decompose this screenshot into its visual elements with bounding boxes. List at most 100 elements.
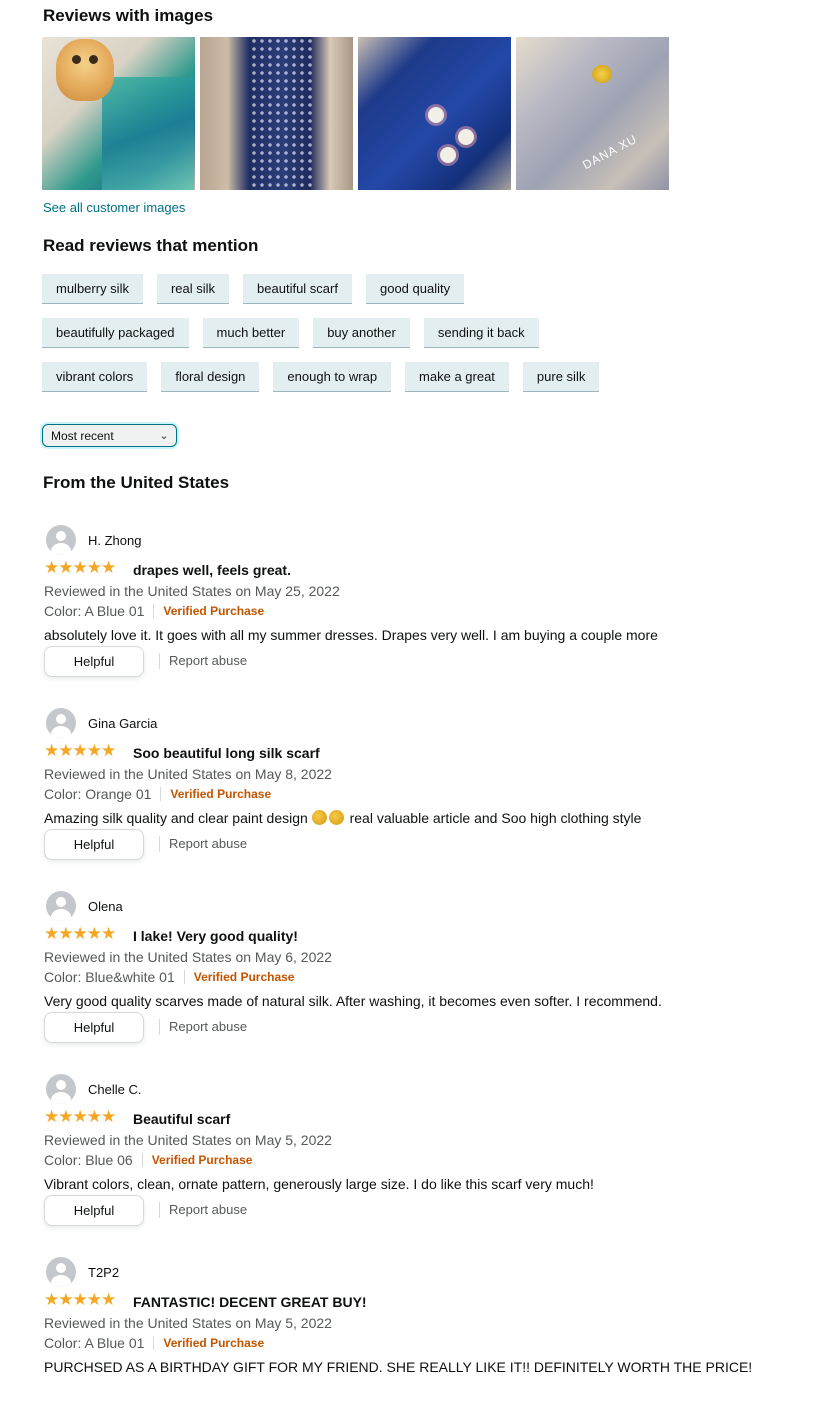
helpful-button[interactable]: Helpful [44, 829, 144, 860]
review-body: Very good quality scarves made of natura… [44, 993, 662, 1009]
star-rating-icon[interactable]: ★★★★★ [44, 559, 116, 577]
reviews-with-images-heading: Reviews with images [43, 6, 214, 25]
region-heading: From the United States [43, 473, 230, 492]
report-abuse-link[interactable]: Report abuse [169, 653, 247, 668]
reviewer-name[interactable]: H. Zhong [88, 533, 141, 548]
mention-chip[interactable]: sending it back [423, 318, 539, 348]
review-date: Reviewed in the United States on May 8, … [44, 766, 332, 782]
reviewer-name[interactable]: Olena [88, 899, 123, 914]
verified-purchase-badge: Verified Purchase [163, 1336, 265, 1350]
review-meta: Color: A Blue 01 Verified Purchase [44, 1335, 264, 1351]
mention-chip[interactable]: much better [202, 318, 300, 348]
clapping-hands-emoji-icon [328, 810, 344, 825]
helpful-button[interactable]: Helpful [44, 646, 144, 677]
review-meta: Color: A Blue 01 Verified Purchase [44, 603, 264, 619]
mention-chip[interactable]: make a great [405, 362, 509, 392]
star-rating-icon[interactable]: ★★★★★ [44, 925, 116, 943]
avatar-icon [46, 708, 76, 738]
chip-row: beautifully packaged much better buy ano… [42, 318, 742, 348]
divider [153, 604, 155, 618]
verified-purchase-badge: Verified Purchase [170, 787, 272, 801]
divider [153, 1336, 155, 1350]
customer-image-thumbnail[interactable] [42, 37, 195, 190]
photo-icon [428, 107, 444, 123]
avatar-icon [46, 891, 76, 921]
mention-chip[interactable]: beautiful scarf [243, 274, 352, 304]
avatar-icon [46, 1257, 76, 1287]
divider [141, 1153, 143, 1167]
mention-chip[interactable]: beautifully packaged [42, 318, 189, 348]
customer-image-strip: DANA XU [42, 37, 669, 190]
review-body: Vibrant colors, clean, ornate pattern, g… [44, 1176, 594, 1192]
verified-purchase-badge: Verified Purchase [193, 970, 295, 984]
product-variant[interactable]: Color: A Blue 01 [44, 1335, 144, 1351]
review-date: Reviewed in the United States on May 5, … [44, 1315, 332, 1331]
mention-chip[interactable]: good quality [365, 274, 465, 304]
review-date: Reviewed in the United States on May 5, … [44, 1132, 332, 1148]
review-body: absolutely love it. It goes with all my … [44, 627, 658, 643]
mention-chip[interactable]: pure silk [522, 362, 600, 392]
flower-decoration [440, 147, 456, 163]
customer-image-thumbnail[interactable] [200, 37, 353, 190]
chip-row: vibrant colors floral design enough to w… [42, 362, 742, 392]
review-meta: Color: Blue&white 01 Verified Purchase [44, 969, 294, 985]
mention-chip[interactable]: vibrant colors [42, 362, 148, 392]
cat-face-decoration [56, 39, 114, 101]
read-reviews-mention-heading: Read reviews that mention [43, 236, 259, 255]
product-variant[interactable]: Color: Blue&white 01 [44, 969, 175, 985]
helpful-button[interactable]: Helpful [44, 1012, 144, 1043]
sort-by-dropdown[interactable]: Most recent ⌄ [42, 424, 177, 447]
customer-image-thumbnail[interactable]: DANA XU [516, 37, 669, 190]
verified-purchase-badge: Verified Purchase [151, 1153, 253, 1167]
see-all-customer-images-link[interactable]: See all customer images [43, 200, 185, 215]
avatar-icon [46, 1074, 76, 1104]
mention-chip[interactable]: floral design [161, 362, 260, 392]
product-variant[interactable]: Color: A Blue 01 [44, 603, 144, 619]
review-body-text: real valuable article and Soo high cloth… [349, 810, 642, 826]
report-abuse-link[interactable]: Report abuse [169, 1202, 247, 1217]
divider [159, 653, 160, 669]
reviewer-name[interactable]: Chelle C. [88, 1082, 141, 1097]
review-meta: Color: Orange 01 Verified Purchase [44, 786, 271, 802]
photo-icon [592, 65, 612, 83]
divider [159, 836, 160, 852]
review-meta: Color: Blue 06 Verified Purchase [44, 1152, 252, 1168]
review-title[interactable]: drapes well, feels great. [133, 562, 291, 578]
avatar-icon [46, 525, 76, 555]
reviewer-name[interactable]: T2P2 [88, 1265, 119, 1280]
divider [159, 1202, 160, 1218]
clapping-hands-emoji-icon [311, 810, 327, 825]
reviewer-name[interactable]: Gina Garcia [88, 716, 157, 731]
flower-decoration [458, 129, 474, 145]
star-rating-icon[interactable]: ★★★★★ [44, 1108, 116, 1126]
verified-purchase-badge: Verified Purchase [163, 604, 265, 618]
chevron-down-icon: ⌄ [159, 430, 169, 442]
divider [160, 787, 162, 801]
review-title[interactable]: FANTASTIC! DECENT GREAT BUY! [133, 1294, 367, 1310]
star-rating-icon[interactable]: ★★★★★ [44, 742, 116, 760]
mention-filter-chips: mulberry silk real silk beautiful scarf … [42, 274, 742, 406]
sort-selected-value: Most recent [51, 428, 114, 443]
report-abuse-link[interactable]: Report abuse [169, 836, 247, 851]
report-abuse-link[interactable]: Report abuse [169, 1019, 247, 1034]
star-rating-icon[interactable]: ★★★★★ [44, 1291, 116, 1309]
image-watermark: DANA XU [580, 131, 640, 173]
chip-row: mulberry silk real silk beautiful scarf … [42, 274, 742, 304]
review-body: PURCHSED AS A BIRTHDAY GIFT FOR MY FRIEN… [44, 1359, 753, 1375]
review-date: Reviewed in the United States on May 6, … [44, 949, 332, 965]
mention-chip[interactable]: enough to wrap [273, 362, 392, 392]
divider [159, 1019, 160, 1035]
photo-icon [102, 77, 194, 190]
divider [183, 970, 185, 984]
mention-chip[interactable]: mulberry silk [42, 274, 143, 304]
review-title[interactable]: Beautiful scarf [133, 1111, 230, 1127]
product-variant[interactable]: Color: Orange 01 [44, 786, 151, 802]
review-date: Reviewed in the United States on May 25,… [44, 583, 340, 599]
mention-chip[interactable]: real silk [156, 274, 230, 304]
helpful-button[interactable]: Helpful [44, 1195, 144, 1226]
mention-chip[interactable]: buy another [313, 318, 410, 348]
review-title[interactable]: I lake! Very good quality! [133, 928, 298, 944]
customer-image-thumbnail[interactable] [358, 37, 511, 190]
review-title[interactable]: Soo beautiful long silk scarf [133, 745, 320, 761]
product-variant[interactable]: Color: Blue 06 [44, 1152, 133, 1168]
